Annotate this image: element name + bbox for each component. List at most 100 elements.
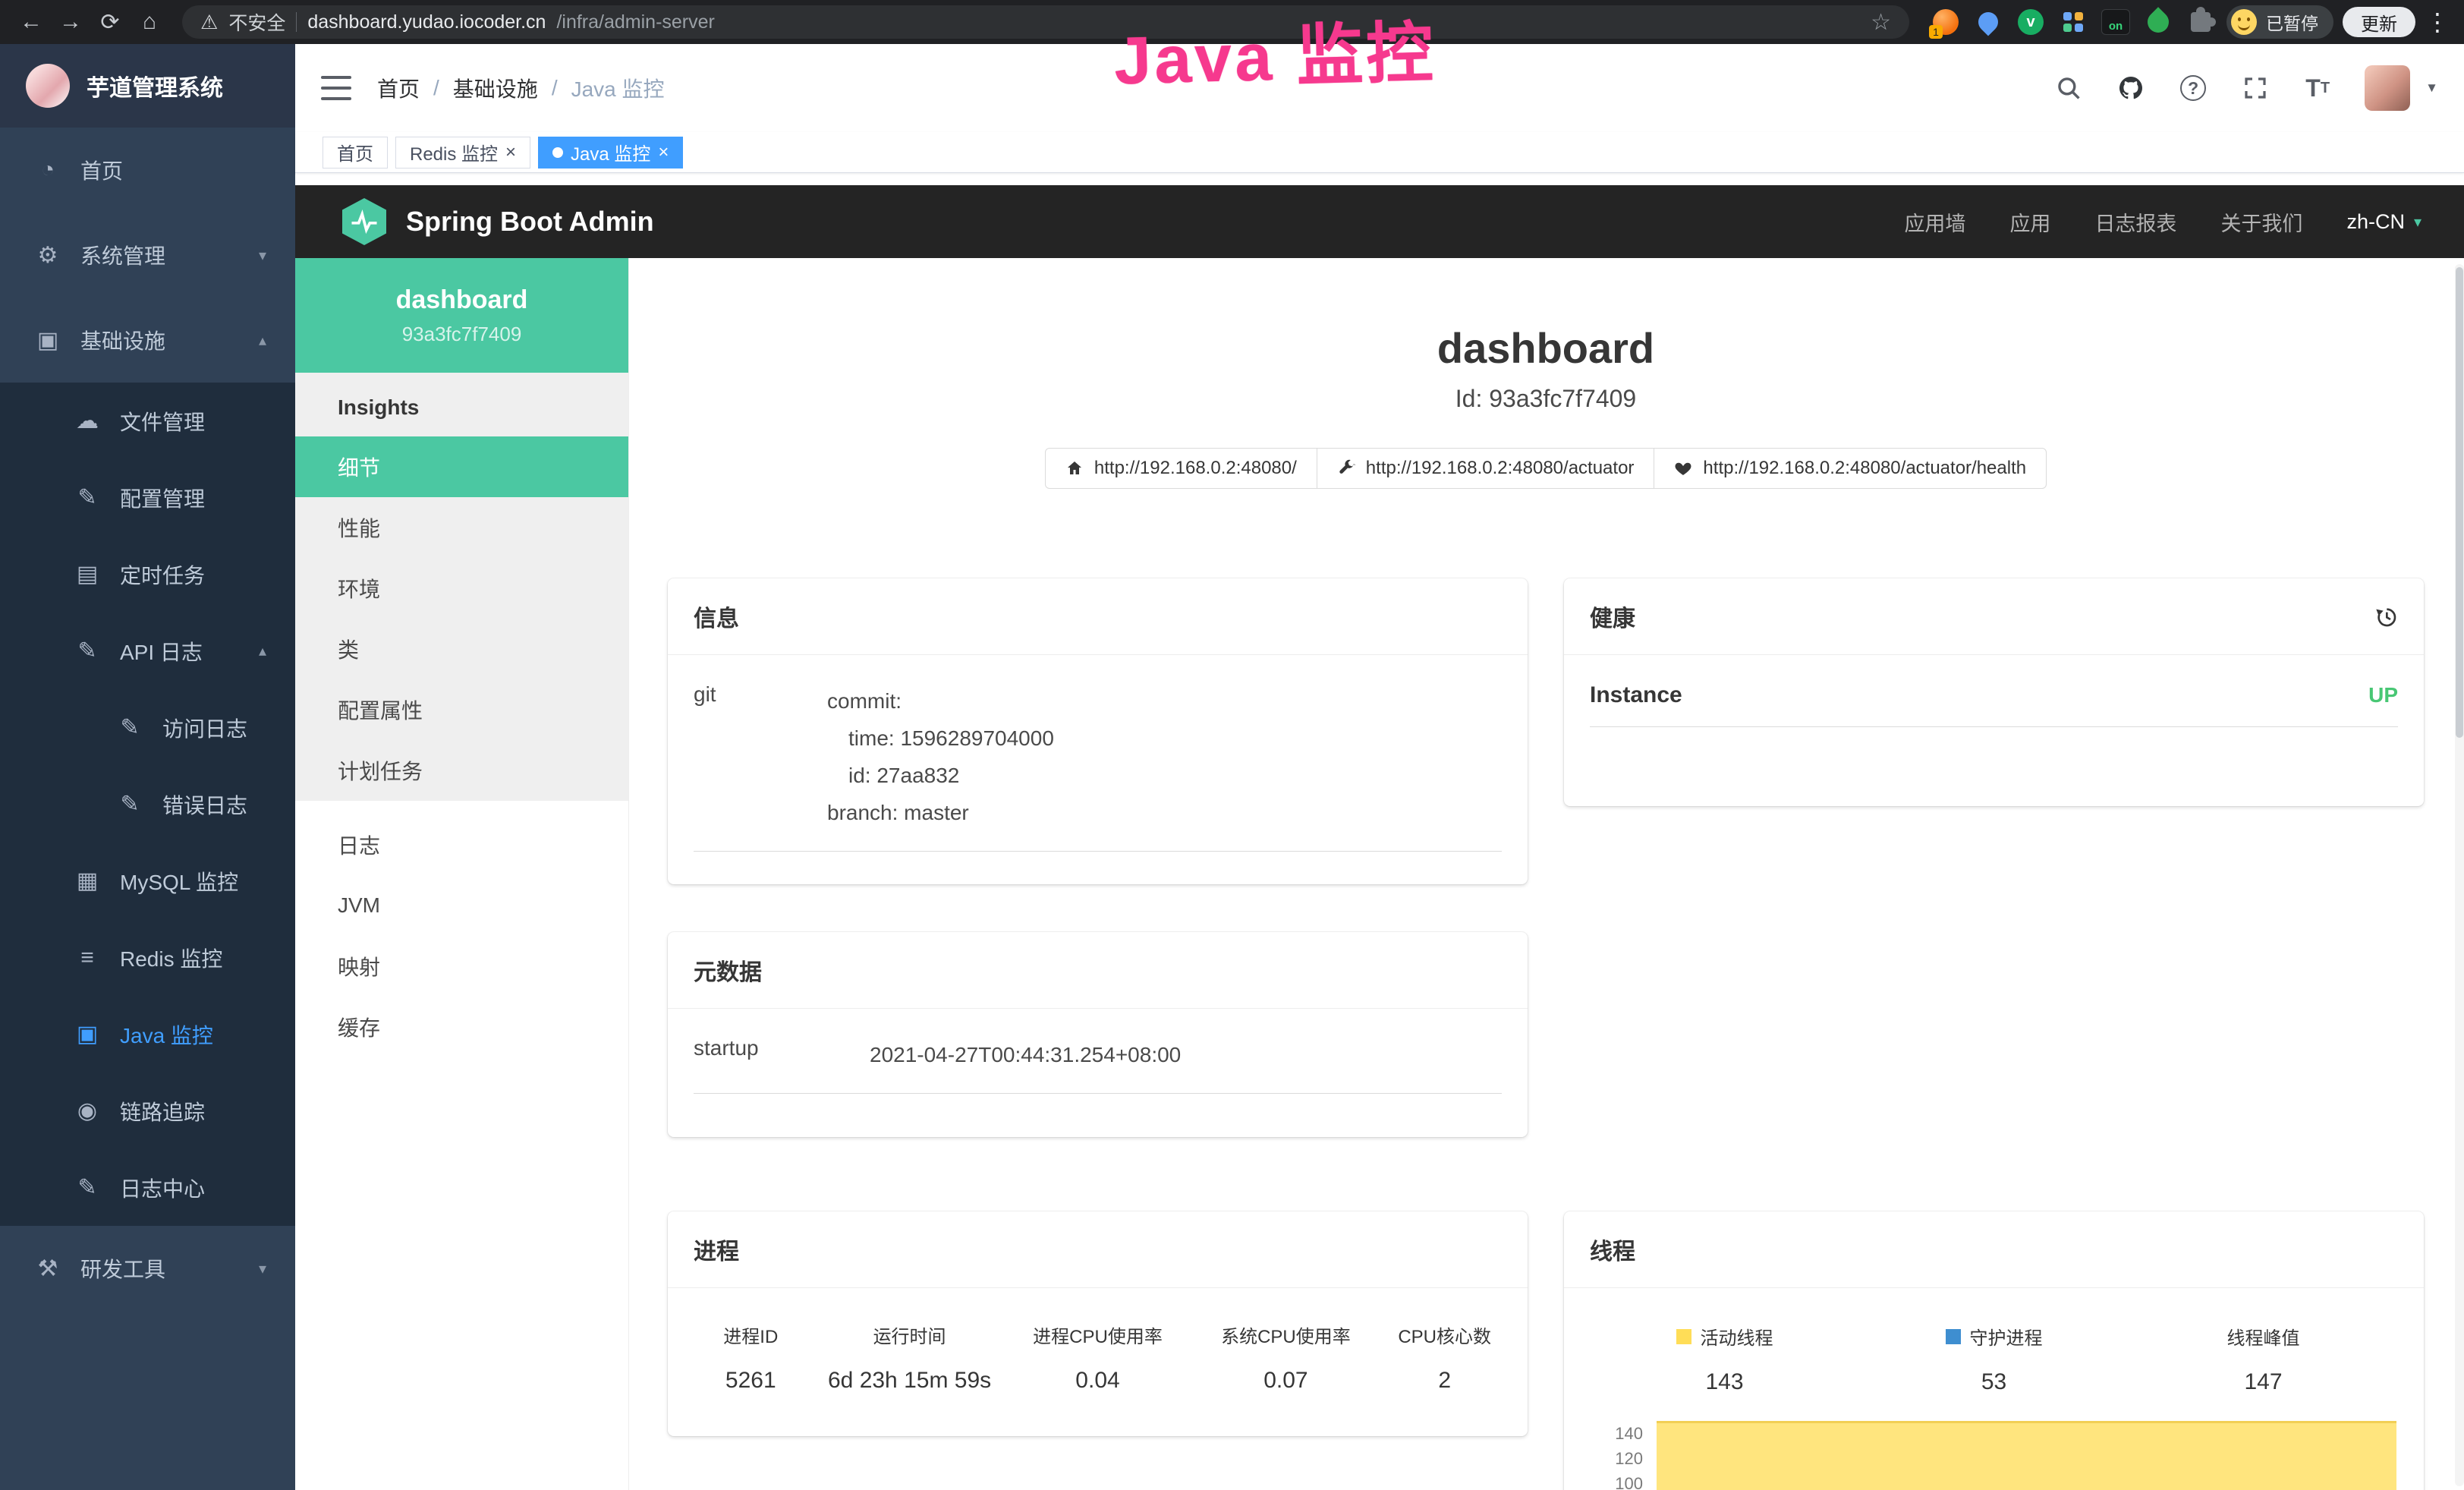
side-item-config-props[interactable]: 配置属性 (295, 679, 628, 740)
side-item-caches[interactable]: 缓存 (295, 997, 628, 1057)
leaf-extension-icon[interactable] (2143, 7, 2173, 37)
sidebar-item-api-logs[interactable]: ✎ API 日志 ▴ (0, 613, 295, 689)
side-item-scheduled-tasks[interactable]: 计划任务 (295, 740, 628, 801)
help-icon[interactable]: ? (2178, 73, 2208, 103)
sba-header: Spring Boot Admin 应用墙 应用 日志报表 关于我们 zh-CN… (295, 185, 2464, 258)
github-icon[interactable] (2116, 73, 2146, 103)
sidebar-item-home[interactable]: ◔ 首页 (0, 128, 295, 213)
sba-nav-applications[interactable]: 应用 (2009, 207, 2050, 237)
chevron-up-icon: ▴ (259, 641, 266, 660)
fox-extension-icon[interactable]: 1 (1931, 7, 1961, 37)
sidebar-item-file-management[interactable]: ☁ 文件管理 (0, 383, 295, 459)
active-dot (552, 147, 563, 158)
breadcrumb-separator: / (433, 76, 439, 100)
font-size-icon[interactable]: TT (2302, 73, 2333, 103)
sba-nav-about[interactable]: 关于我们 (2220, 207, 2302, 237)
sidebar-item-trace[interactable]: ◉ 链路追踪 (0, 1073, 295, 1149)
on-extension-icon[interactable]: on (2101, 7, 2131, 37)
side-item-environment[interactable]: 环境 (295, 558, 628, 619)
insights-section: Insights 细节 性能 环境 类 配置属性 计划任务 (295, 373, 628, 801)
breadcrumb-home[interactable]: 首页 (377, 73, 420, 103)
card-process: 进程 进程ID5261 运行时间6d 23h 15m 59s 进程CPU使用率0… (668, 1211, 1528, 1436)
logo-avatar (26, 64, 70, 108)
sidebar-item-system-management[interactable]: ⚙ 系统管理 ▾ (0, 213, 295, 298)
drop-extension-icon[interactable] (1973, 7, 2003, 37)
sba-nav-journal[interactable]: 日志报表 (2094, 207, 2176, 237)
side-item-logs[interactable]: 日志 (295, 814, 628, 875)
chart-y-axis: 140 120 100 (1590, 1415, 1654, 1490)
legend-value: 53 (1859, 1369, 2129, 1395)
profile-chip[interactable]: 已暂停 (2226, 5, 2333, 39)
tab-home[interactable]: 首页 (323, 137, 388, 169)
side-item-mappings[interactable]: 映射 (295, 936, 628, 997)
sidebar-item-log-center[interactable]: ✎ 日志中心 (0, 1149, 295, 1226)
threads-legend: 活动线程 143 守护进程 53 (1590, 1323, 2398, 1395)
forward-icon[interactable]: → (53, 5, 88, 39)
tab-java-monitor[interactable]: Java 监控 × (538, 137, 683, 169)
grid-icon: ▦ (73, 868, 102, 894)
tags-view: 首页 Redis 监控 × Java 监控 × (295, 132, 2464, 173)
side-item-jvm[interactable]: JVM (295, 875, 628, 936)
locale-label: zh-CN (2346, 210, 2405, 234)
side-item-performance[interactable]: 性能 (295, 497, 628, 558)
update-button[interactable]: 更新 (2343, 7, 2415, 37)
card-title: 元数据 (694, 953, 762, 987)
locale-selector[interactable]: zh-CN ▾ (2346, 210, 2422, 234)
card-title: 进程 (694, 1233, 739, 1266)
sba-logo-icon[interactable] (342, 198, 386, 245)
grid-extension-icon[interactable] (2058, 7, 2088, 37)
sidebar-item-label: Java 监控 (120, 1019, 213, 1050)
sidebar-item-infrastructure[interactable]: ▣ 基础设施 ▴ (0, 298, 295, 383)
chevron-down-icon[interactable]: ▼ (2425, 80, 2438, 96)
side-item-details[interactable]: 细节 (295, 436, 628, 497)
sidebar-item-java-monitor[interactable]: ▣ Java 监控 (0, 996, 295, 1073)
tools-icon: ⚒ (33, 1255, 62, 1282)
sidebar-item-dev-tools[interactable]: ⚒ 研发工具 ▾ (0, 1226, 295, 1311)
card-threads: 线程 活动线程 143 守护进程 (1564, 1211, 2424, 1490)
green-extension-icon[interactable]: v (2016, 7, 2046, 37)
security-label[interactable]: 不安全 (228, 8, 285, 36)
sidebar-item-label: 链路追踪 (120, 1096, 205, 1126)
scrollbar-thumb[interactable] (2456, 267, 2463, 738)
sidebar-item-config-management[interactable]: ✎ 配置管理 (0, 459, 295, 536)
search-icon[interactable] (2053, 73, 2084, 103)
fullscreen-icon[interactable] (2240, 73, 2270, 103)
side-item-classes[interactable]: 类 (295, 619, 628, 679)
sidebar-item-scheduled-jobs[interactable]: ▤ 定时任务 (0, 536, 295, 613)
card-health: 健康 Instance UP (1564, 578, 2424, 806)
tab-redis-monitor[interactable]: Redis 监控 × (395, 137, 530, 169)
sba-brand[interactable]: Spring Boot Admin (406, 206, 654, 238)
header-actions: ? TT ▼ (2053, 65, 2438, 111)
close-icon[interactable]: × (505, 143, 516, 162)
browser-menu-icon[interactable]: ⋮ (2425, 8, 2450, 36)
home-icon[interactable]: ⌂ (132, 5, 167, 39)
sidebar-item-mysql-monitor[interactable]: ▦ MySQL 监控 (0, 843, 295, 919)
history-icon[interactable] (2374, 604, 2398, 628)
hamburger-icon[interactable] (321, 76, 351, 100)
y-tick: 100 (1615, 1474, 1643, 1490)
app-logo[interactable]: 芋道管理系统 (0, 44, 295, 128)
address-bar[interactable]: ⚠ 不安全 dashboard.yudao.iocoder.cn /infra/… (182, 5, 1909, 39)
sidebar-item-redis-monitor[interactable]: ≡ Redis 监控 (0, 919, 295, 996)
app-title: 芋道管理系统 (87, 69, 223, 102)
breadcrumb-separator: / (552, 76, 558, 100)
puzzle-extension-icon[interactable] (2186, 7, 2216, 37)
sidebar-item-label: Redis 监控 (120, 943, 222, 973)
instance-links: http://192.168.0.2:48080/ http://192.168… (668, 448, 2424, 489)
link-button-health[interactable]: http://192.168.0.2:48080/actuator/health (1654, 448, 2047, 489)
close-icon[interactable]: × (658, 143, 669, 162)
sba-nav-wallboard[interactable]: 应用墙 (1904, 207, 1965, 237)
back-icon[interactable]: ← (14, 5, 49, 39)
instance-header[interactable]: dashboard 93a3fc7f7409 (295, 258, 628, 373)
link-button-root[interactable]: http://192.168.0.2:48080/ (1045, 448, 1317, 489)
layers-icon: ≡ (73, 945, 102, 971)
user-avatar[interactable] (2365, 65, 2410, 111)
sidebar-item-access-logs[interactable]: ✎ 访问日志 (0, 689, 295, 766)
instance-name: dashboard (396, 285, 528, 315)
breadcrumb-infrastructure[interactable]: 基础设施 (453, 73, 538, 103)
sidebar-item-error-logs[interactable]: ✎ 错误日志 (0, 766, 295, 843)
link-button-actuator[interactable]: http://192.168.0.2:48080/actuator (1317, 448, 1655, 489)
cloud-icon: ☁ (73, 408, 102, 434)
refresh-icon[interactable]: ⟳ (93, 5, 127, 39)
bookmark-star-icon[interactable]: ☆ (1871, 9, 1891, 36)
